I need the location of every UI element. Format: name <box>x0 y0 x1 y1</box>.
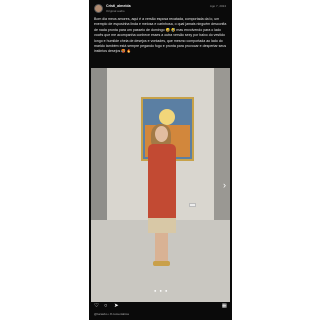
person-shoes <box>153 261 170 266</box>
dress-hem <box>148 218 176 233</box>
bookmark-icon[interactable]: ▦ <box>222 303 227 310</box>
person-head <box>155 126 168 142</box>
share-icon[interactable]: ➤ <box>114 303 119 310</box>
heart-icon[interactable]: ♡ <box>94 303 99 310</box>
username[interactable]: Cristi_almeida <box>106 4 131 8</box>
painting-sun <box>159 109 175 125</box>
chevron-right-icon[interactable]: › <box>223 180 226 190</box>
post-caption: Bom dia meus amores, aqui é a versão esp… <box>94 17 227 54</box>
post-header: Cristi_almeida Original audio Ago 7, 202… <box>89 0 232 14</box>
post-photo[interactable]: › ● ● ● <box>91 68 230 302</box>
action-bar: ♡ ○ ➤ ▦ <box>89 303 232 310</box>
carousel-indicator: ● ● ● <box>154 288 169 293</box>
post-date: Ago 7, 2024 <box>209 4 226 8</box>
wall-outlet <box>189 203 196 207</box>
person-legs <box>155 233 168 263</box>
avatar[interactable] <box>94 4 103 13</box>
post-footer: @lucasbo • 8 comentários <box>94 312 129 316</box>
post-panel: Cristi_almeida Original audio Ago 7, 202… <box>89 0 232 320</box>
comment-icon[interactable]: ○ <box>104 303 107 310</box>
audio-subline[interactable]: Original audio <box>106 9 125 13</box>
